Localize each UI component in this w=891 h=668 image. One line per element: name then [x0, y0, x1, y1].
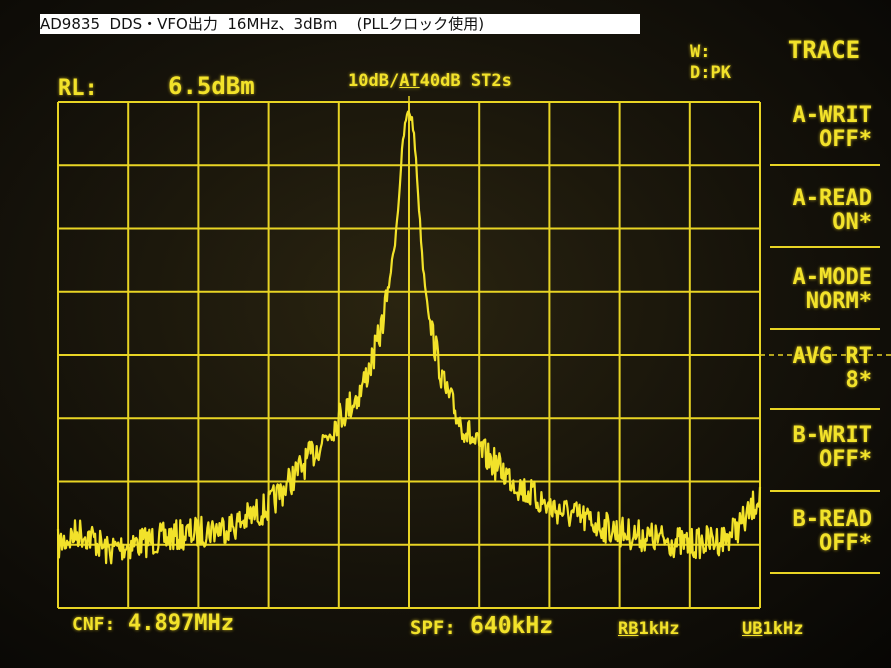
- span-value: 640kHz: [470, 613, 554, 639]
- softkey-a-mode[interactable]: A-MODE NORM*: [768, 266, 872, 314]
- softkey-state: OFF*: [819, 127, 872, 152]
- softkey-label: B-READ: [792, 507, 872, 532]
- softkey-b-read[interactable]: B-READ OFF*: [768, 508, 872, 556]
- softkey-state: OFF*: [819, 447, 872, 472]
- softkey-divider: [770, 408, 880, 410]
- spectrum-display: [56, 96, 891, 609]
- softkey-divider: [770, 572, 880, 574]
- center-frequency-value: 4.897MHz: [128, 611, 234, 636]
- video-bandwidth: UB1kHz: [742, 619, 803, 639]
- span-label: SPF:: [410, 617, 456, 639]
- softkey-divider: [770, 490, 880, 492]
- softkey-label: B-WRIT: [792, 423, 872, 448]
- softkey-state: NORM*: [805, 289, 872, 314]
- softkey-a-writ[interactable]: A-WRIT OFF*: [768, 104, 872, 152]
- softkey-divider: [770, 164, 880, 166]
- softkey-state: OFF*: [819, 531, 872, 556]
- center-frequency-label: CNF:: [72, 614, 116, 635]
- rb-label: RB: [618, 619, 639, 639]
- analyzer-screen: AD9835 DDS・VFO出力 16MHz、3dBm (PLLクロック使用) …: [0, 0, 891, 668]
- softkey-label: A-MODE: [792, 265, 872, 290]
- softkey-state: 8*: [845, 368, 873, 393]
- ub-value: 1kHz: [762, 619, 804, 639]
- softkey-menu-title: TRACE: [787, 36, 861, 64]
- softkey-label: A-WRIT: [792, 103, 872, 128]
- resolution-bandwidth: RB1kHz: [618, 619, 679, 639]
- softkey-divider: [770, 246, 880, 248]
- softkey-a-read[interactable]: A-READ ON*: [768, 187, 872, 235]
- softkey-divider: [770, 328, 880, 330]
- softkey-label: AVG RT: [792, 344, 872, 369]
- softkey-b-writ[interactable]: B-WRIT OFF*: [768, 424, 872, 472]
- softkey-panel: TRACE A-WRIT OFF* A-READ ON* A-MODE NORM* AVG …: [764, 32, 891, 592]
- ub-label: UB: [742, 619, 763, 639]
- softkey-label: A-READ: [792, 186, 872, 211]
- rb-value: 1kHz: [638, 619, 680, 639]
- softkey-avg-rt[interactable]: AVG RT 8*: [768, 345, 872, 393]
- softkey-state: ON*: [832, 210, 872, 235]
